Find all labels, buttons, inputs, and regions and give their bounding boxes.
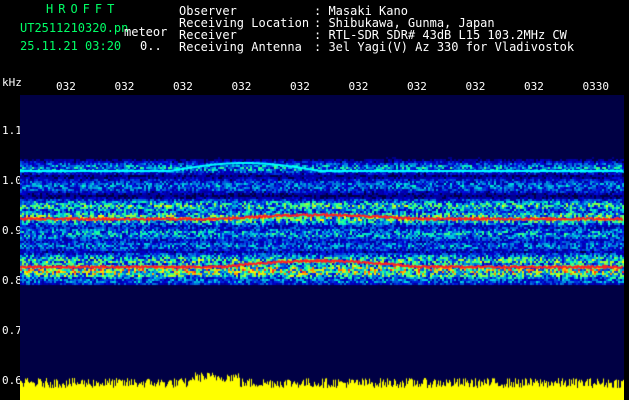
time-tick-label: 032 <box>56 80 76 93</box>
frequency-tick-label: 0.9 <box>2 224 22 237</box>
time-tick-label: 032 <box>114 80 135 93</box>
time-tick-label: 032 <box>231 80 252 93</box>
meteor-counter: 0.. <box>140 39 162 53</box>
time-tick-label: 032 <box>407 80 427 93</box>
frequency-tick-label: 0.6 <box>2 374 22 387</box>
timestamp: 25.11.21 03:20 <box>20 39 122 53</box>
time-tick-label: 0330 <box>582 80 610 93</box>
spectrogram-display <box>20 95 624 400</box>
meteor-label: meteor <box>124 25 168 39</box>
file-name: UT2511210320.pn <box>20 21 129 35</box>
antenna-label: Receiving Antenna <box>179 40 302 54</box>
frequency-tick-label: 1.0 <box>2 174 22 187</box>
time-tick-label: 032 <box>524 80 544 93</box>
frequency-tick-label: 0.7 <box>2 324 22 337</box>
time-tick-label: 032 <box>348 80 369 93</box>
antenna-value: : 3el Yagi(V) Az 330 for Vladivostok <box>314 40 575 54</box>
time-tick-label: 032 <box>465 80 486 93</box>
time-tick-label: 032 <box>290 80 310 93</box>
app-title: HROFFT <box>46 2 120 16</box>
time-tick-label: 032 <box>173 80 193 93</box>
frequency-tick-label: 0.8 <box>2 274 22 287</box>
frequency-tick-label: 1.1 <box>2 124 22 137</box>
frequency-unit-label: kHz <box>2 76 22 89</box>
